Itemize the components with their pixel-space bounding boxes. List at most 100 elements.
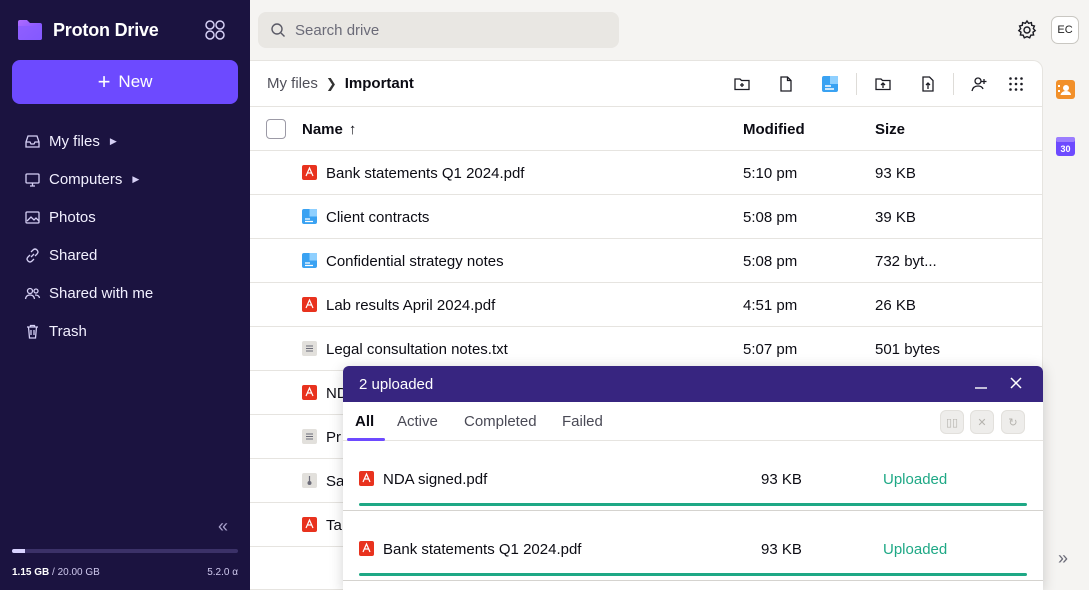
new-file-icon[interactable] — [777, 75, 795, 93]
file-modified: 5:10 pm — [743, 165, 798, 182]
document-file-icon — [302, 209, 317, 224]
inbox-icon — [25, 134, 40, 148]
tab-all[interactable]: All — [355, 413, 374, 430]
file-size: 39 KB — [875, 209, 916, 226]
minimize-icon[interactable] — [974, 374, 988, 390]
more-options-grid-icon[interactable] — [1007, 75, 1025, 93]
table-row[interactable]: Bank statements Q1 2024.pdf 5:10 pm 93 KB — [250, 151, 1042, 195]
generic-file-icon — [302, 473, 317, 488]
toolbar-divider — [953, 73, 954, 95]
sidebar-item-label: Shared — [49, 246, 98, 264]
close-icon: ✕ — [977, 416, 987, 429]
upload-file-name: Bank statements Q1 2024.pdf — [383, 541, 582, 558]
pdf-file-icon — [359, 541, 374, 556]
contacts-app-icon[interactable] — [1056, 80, 1075, 99]
new-document-icon[interactable] — [821, 75, 839, 93]
upload-manager-title: 2 uploaded — [359, 375, 434, 393]
tab-completed[interactable]: Completed — [464, 413, 537, 430]
svg-text:30: 30 — [1060, 144, 1070, 154]
text-file-icon — [302, 341, 317, 356]
storage-progress-bar — [12, 549, 238, 553]
file-name: Sa — [326, 473, 345, 490]
user-avatar[interactable]: EC — [1051, 16, 1079, 44]
file-size: 26 KB — [875, 297, 916, 314]
sidebar-item-shared[interactable]: Shared — [0, 236, 250, 274]
collapse-sidebar-icon[interactable]: « — [218, 516, 228, 537]
caret-right-icon[interactable]: ▶ — [110, 136, 117, 147]
cancel-all-button[interactable]: ✕ — [970, 410, 994, 434]
search-input[interactable] — [295, 21, 595, 39]
pdf-file-icon — [302, 517, 317, 532]
new-button[interactable]: + New — [12, 60, 238, 104]
pause-all-button[interactable]: ▯▯ — [940, 410, 964, 434]
sort-ascending-icon: ↑ — [348, 121, 357, 138]
chevron-right-icon: ❯ — [325, 75, 337, 91]
file-modified: 5:08 pm — [743, 253, 798, 270]
select-all-checkbox[interactable] — [266, 119, 286, 139]
app-switcher-icon[interactable] — [204, 19, 226, 41]
tab-active[interactable]: Active — [397, 413, 438, 430]
column-header-name[interactable]: Name ↑ — [302, 121, 356, 138]
breadcrumb-parent[interactable]: My files — [267, 75, 318, 92]
image-icon — [25, 210, 40, 224]
upload-folder-icon[interactable] — [874, 75, 892, 93]
upload-item[interactable]: Bank statements Q1 2024.pdf 93 KB Uploaded — [343, 511, 1043, 581]
tab-failed[interactable]: Failed — [562, 413, 603, 430]
plus-icon: + — [97, 69, 111, 94]
storage-progress-fill — [12, 549, 25, 553]
table-row[interactable]: Legal consultation notes.txt 5:07 pm 501 b… — [250, 327, 1042, 371]
sidebar-item-trash[interactable]: Trash — [0, 312, 250, 350]
sidebar-item-label: Photos — [49, 208, 96, 226]
column-header-modified[interactable]: Modified — [743, 121, 805, 138]
toolbar-divider — [856, 73, 857, 95]
calendar-app-icon[interactable]: 30 — [1056, 137, 1075, 156]
upload-manager: 2 uploaded All Active Completed Failed ▯… — [343, 366, 1043, 590]
upload-status: Uploaded — [883, 541, 948, 558]
upload-file-icon[interactable] — [919, 75, 937, 93]
sidebar-item-label: Trash — [49, 322, 87, 340]
table-row[interactable]: Lab results April 2024.pdf 4:51 pm 26 KB — [250, 283, 1042, 327]
sidebar-item-photos[interactable]: Photos — [0, 198, 250, 236]
sidebar-item-label: Shared with me — [49, 284, 154, 302]
storage-usage: 1.15 GB / 20.00 GB — [12, 567, 100, 578]
file-size: 732 byt... — [875, 253, 937, 270]
column-header-size[interactable]: Size — [875, 121, 905, 138]
file-name: Legal consultation notes.txt — [326, 341, 508, 358]
sidebar-item-label: My files — [49, 132, 100, 150]
app-logo[interactable]: Proton Drive — [16, 18, 159, 42]
table-row[interactable]: Client contracts 5:08 pm 39 KB — [250, 195, 1042, 239]
search-bar[interactable] — [258, 12, 619, 48]
new-folder-icon[interactable] — [733, 75, 751, 93]
file-modified: 5:07 pm — [743, 341, 798, 358]
sidebar-item-shared-with-me[interactable]: Shared with me — [0, 274, 250, 312]
text-file-icon — [302, 429, 317, 444]
share-user-icon[interactable] — [970, 75, 988, 93]
pdf-file-icon — [302, 385, 317, 400]
app-name: Proton Drive — [53, 19, 159, 40]
settings-gear-icon[interactable] — [1016, 19, 1038, 41]
table-row[interactable]: Confidential strategy notes 5:08 pm 732 by… — [250, 239, 1042, 283]
retry-icon: ↻ — [1008, 416, 1018, 429]
upload-tabs: All Active Completed Failed ▯▯ ✕ ↻ — [343, 402, 1043, 441]
sidebar-item-computers[interactable]: Computers ▶ — [0, 160, 250, 198]
upload-file-size: 93 KB — [761, 471, 802, 488]
new-button-label: New — [118, 72, 153, 91]
toolbar: My files ❯ Important — [250, 61, 1042, 107]
sidebar-item-my-files[interactable]: My files ▶ — [0, 122, 250, 160]
upload-file-size: 93 KB — [761, 541, 802, 558]
sidebar: Proton Drive + New My files ▶ Computers … — [0, 0, 250, 590]
breadcrumb-current[interactable]: Important — [345, 75, 414, 92]
trash-icon — [27, 324, 38, 339]
pdf-file-icon — [302, 297, 317, 312]
expand-drawer-icon[interactable]: » — [1058, 548, 1068, 569]
document-file-icon — [302, 253, 317, 268]
file-modified: 4:51 pm — [743, 297, 798, 314]
retry-all-button[interactable]: ↻ — [1001, 410, 1025, 434]
caret-right-icon[interactable]: ▶ — [132, 174, 139, 185]
pdf-file-icon — [359, 471, 374, 486]
pdf-file-icon — [302, 165, 317, 180]
computer-icon — [25, 172, 40, 187]
upload-item[interactable]: NDA signed.pdf 93 KB Uploaded — [343, 441, 1043, 511]
upload-list: NDA signed.pdf 93 KB Uploaded Bank statemen… — [343, 441, 1043, 581]
close-icon[interactable] — [1009, 376, 1023, 390]
